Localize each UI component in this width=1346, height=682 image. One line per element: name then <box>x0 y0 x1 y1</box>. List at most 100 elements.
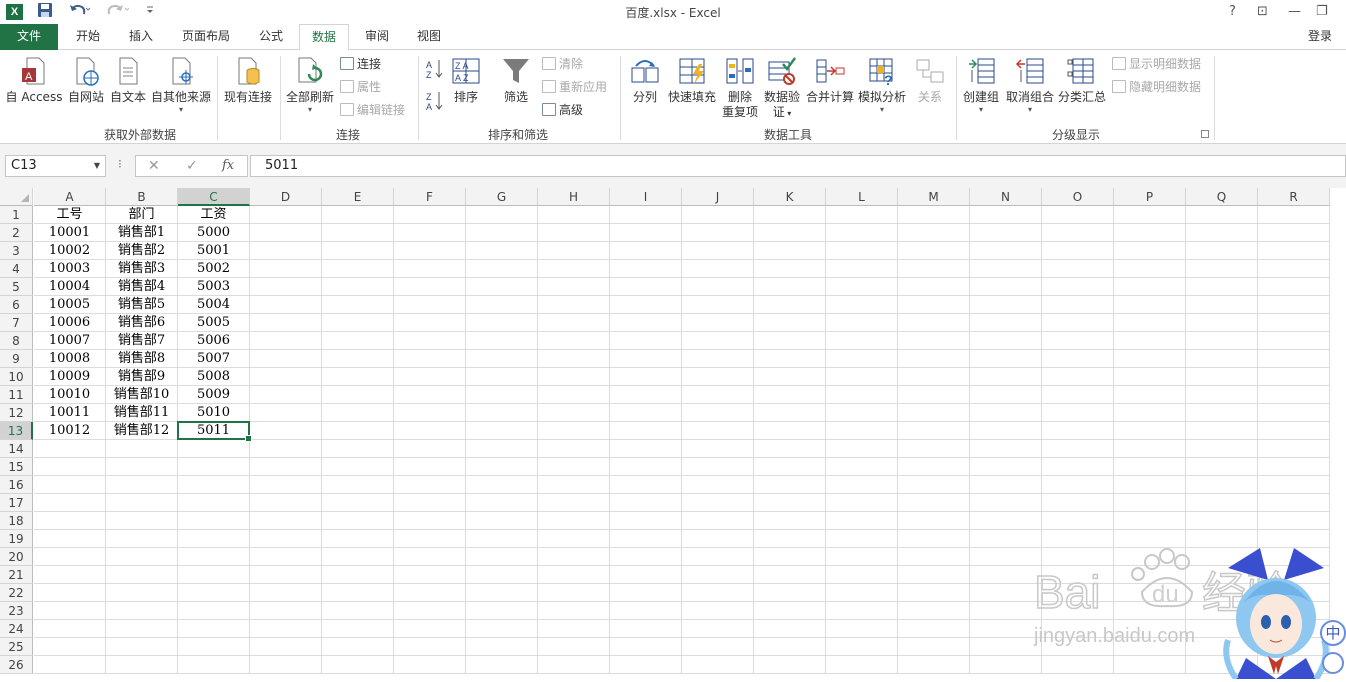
cell-c2[interactable]: 5000 <box>178 224 250 242</box>
cell-l24[interactable] <box>826 620 898 638</box>
cell-i19[interactable] <box>610 530 682 548</box>
enter-icon[interactable]: ✓ <box>186 158 198 174</box>
cell-a19[interactable] <box>34 530 106 548</box>
cell-l10[interactable] <box>826 368 898 386</box>
cell-m25[interactable] <box>898 638 970 656</box>
cell-c24[interactable] <box>178 620 250 638</box>
cell-l14[interactable] <box>826 440 898 458</box>
cell-q12[interactable] <box>1186 404 1258 422</box>
cell-a1[interactable]: 工号 <box>34 206 106 224</box>
filter-button[interactable]: 筛选 <box>498 56 534 105</box>
row-header-9[interactable]: 9 <box>0 350 33 368</box>
cell-e4[interactable] <box>322 260 394 278</box>
cell-m11[interactable] <box>898 386 970 404</box>
cell-q5[interactable] <box>1186 278 1258 296</box>
cell-a6[interactable]: 10005 <box>34 296 106 314</box>
cell-d3[interactable] <box>250 242 322 260</box>
cell-o12[interactable] <box>1042 404 1114 422</box>
cell-o1[interactable] <box>1042 206 1114 224</box>
cell-b15[interactable] <box>106 458 178 476</box>
cell-c8[interactable]: 5006 <box>178 332 250 350</box>
cell-a4[interactable]: 10003 <box>34 260 106 278</box>
cell-n17[interactable] <box>970 494 1042 512</box>
cell-g5[interactable] <box>466 278 538 296</box>
cell-r2[interactable] <box>1258 224 1330 242</box>
row-header-22[interactable]: 22 <box>0 584 33 602</box>
cell-l8[interactable] <box>826 332 898 350</box>
cell-j19[interactable] <box>682 530 754 548</box>
cell-p12[interactable] <box>1114 404 1186 422</box>
cell-o13[interactable] <box>1042 422 1114 440</box>
cell-i13[interactable] <box>610 422 682 440</box>
cell-m23[interactable] <box>898 602 970 620</box>
cell-f12[interactable] <box>394 404 466 422</box>
cell-h4[interactable] <box>538 260 610 278</box>
cell-q6[interactable] <box>1186 296 1258 314</box>
insert-function-icon[interactable]: fx <box>222 158 234 173</box>
cell-e5[interactable] <box>322 278 394 296</box>
cell-l23[interactable] <box>826 602 898 620</box>
hide-detail-button[interactable]: 隐藏明细数据 <box>1112 79 1201 95</box>
cell-h15[interactable] <box>538 458 610 476</box>
cell-e15[interactable] <box>322 458 394 476</box>
cell-h16[interactable] <box>538 476 610 494</box>
cell-f23[interactable] <box>394 602 466 620</box>
cell-j5[interactable] <box>682 278 754 296</box>
cell-q8[interactable] <box>1186 332 1258 350</box>
cell-e20[interactable] <box>322 548 394 566</box>
cell-q16[interactable] <box>1186 476 1258 494</box>
row-header-5[interactable]: 5 <box>0 278 33 296</box>
row-header-14[interactable]: 14 <box>0 440 33 458</box>
column-header-b[interactable]: B <box>106 188 178 206</box>
cell-l16[interactable] <box>826 476 898 494</box>
row-header-10[interactable]: 10 <box>0 368 33 386</box>
ribbon-display-button[interactable]: ⊡ <box>1257 2 1268 22</box>
cell-d5[interactable] <box>250 278 322 296</box>
cell-l5[interactable] <box>826 278 898 296</box>
cell-b9[interactable]: 销售部8 <box>106 350 178 368</box>
cell-q2[interactable] <box>1186 224 1258 242</box>
cell-l4[interactable] <box>826 260 898 278</box>
cell-b7[interactable]: 销售部6 <box>106 314 178 332</box>
data-validation-button[interactable]: 数据验 证 ▾ <box>762 56 802 121</box>
cell-b26[interactable] <box>106 656 178 674</box>
cell-a22[interactable] <box>34 584 106 602</box>
cell-b13[interactable]: 销售部12 <box>106 422 178 440</box>
cell-a12[interactable]: 10011 <box>34 404 106 422</box>
cell-n8[interactable] <box>970 332 1042 350</box>
cell-n9[interactable] <box>970 350 1042 368</box>
cell-e26[interactable] <box>322 656 394 674</box>
select-all-button[interactable] <box>0 188 33 206</box>
column-header-n[interactable]: N <box>970 188 1042 206</box>
cell-l17[interactable] <box>826 494 898 512</box>
cell-k7[interactable] <box>754 314 826 332</box>
cell-k1[interactable] <box>754 206 826 224</box>
cell-i22[interactable] <box>610 584 682 602</box>
cell-l11[interactable] <box>826 386 898 404</box>
column-header-e[interactable]: E <box>322 188 394 206</box>
cell-e19[interactable] <box>322 530 394 548</box>
cell-a16[interactable] <box>34 476 106 494</box>
cell-j13[interactable] <box>682 422 754 440</box>
cell-b23[interactable] <box>106 602 178 620</box>
cell-h11[interactable] <box>538 386 610 404</box>
cell-n10[interactable] <box>970 368 1042 386</box>
cell-f26[interactable] <box>394 656 466 674</box>
cell-g8[interactable] <box>466 332 538 350</box>
cell-k13[interactable] <box>754 422 826 440</box>
cell-c7[interactable]: 5005 <box>178 314 250 332</box>
cell-g16[interactable] <box>466 476 538 494</box>
what-if-analysis-button[interactable]: ? 模拟分析 ▾ <box>856 56 908 115</box>
cell-b8[interactable]: 销售部7 <box>106 332 178 350</box>
cell-i8[interactable] <box>610 332 682 350</box>
row-header-20[interactable]: 20 <box>0 548 33 566</box>
column-header-f[interactable]: F <box>394 188 466 206</box>
cell-i12[interactable] <box>610 404 682 422</box>
cancel-icon[interactable]: ✕ <box>148 158 160 174</box>
cell-m12[interactable] <box>898 404 970 422</box>
cell-p8[interactable] <box>1114 332 1186 350</box>
subtotal-button[interactable]: 分类汇总 <box>1056 56 1108 105</box>
cell-e2[interactable] <box>322 224 394 242</box>
cell-h14[interactable] <box>538 440 610 458</box>
cell-h18[interactable] <box>538 512 610 530</box>
